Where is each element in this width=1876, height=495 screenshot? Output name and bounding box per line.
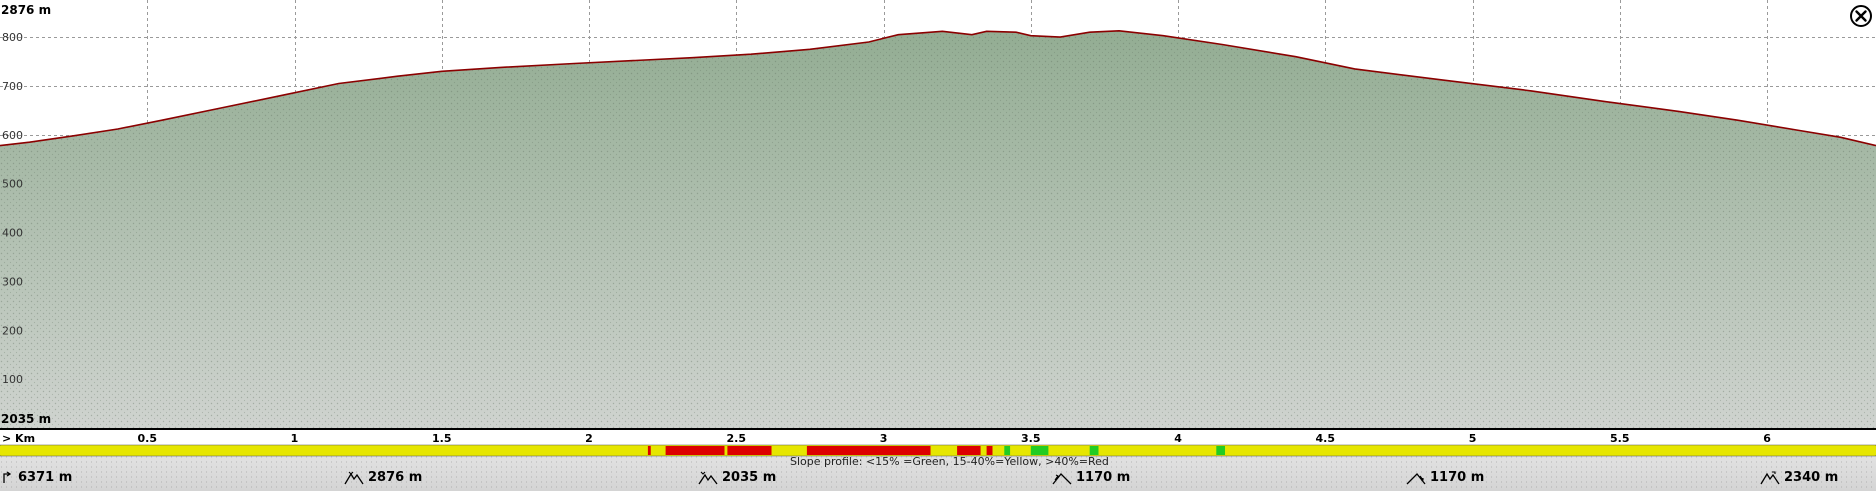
y-tick-label-0: 100: [2, 373, 23, 386]
stat-ascent-value: 1170 m: [1076, 470, 1131, 485]
slope-segment-20: [1225, 446, 1876, 455]
stat-distance-value: 6371 m: [18, 470, 73, 485]
y-tick-label-1: 200: [2, 324, 23, 337]
elevation-profile: 100 200 300 400 500 600 700 800 > Km 0.5 1 1.5 2 2.5…: [0, 0, 1876, 491]
max-elevation-label: 2876 m: [1, 3, 52, 17]
x-tick-label-7: 4: [1174, 432, 1182, 445]
x-tick-label-3: 2: [585, 432, 593, 445]
slope-segment-5: [727, 446, 772, 455]
x-tick-label-1: 1: [291, 432, 299, 445]
stat-descent: 1170 m: [1406, 470, 1484, 485]
x-tick-label-8: 4.5: [1316, 432, 1336, 445]
stat-max-elevation: 2876 m: [344, 470, 422, 485]
slope-segment-15: [1030, 446, 1049, 455]
y-tick-label-2: 300: [2, 275, 23, 288]
x-tick-label-4: 2.5: [727, 432, 747, 445]
x-tick-label-5: 3: [880, 432, 888, 445]
slope-segment-2: [650, 446, 666, 455]
stat-max-elevation-value: 2876 m: [368, 470, 423, 485]
y-tick-label-3: 400: [2, 227, 23, 240]
slope-segment-11: [986, 446, 993, 455]
stat-end-elevation-value: 2340 m: [1784, 470, 1839, 485]
stat-min-elevation-value: 2035 m: [722, 470, 777, 485]
slope-segment-16: [1048, 446, 1090, 455]
slope-segment-7: [806, 446, 931, 455]
x-axis-prefix: > Km: [2, 432, 35, 445]
mountain-peak-icon: [344, 471, 364, 484]
y-tick-label-7: 800: [2, 31, 23, 44]
x-tick-label-6: 3.5: [1021, 432, 1041, 445]
y-tick-label-6: 700: [2, 80, 23, 93]
x-tick-label-2: 1.5: [432, 432, 452, 445]
y-tick-label-5: 600: [2, 129, 23, 142]
slope-segment-9: [957, 446, 981, 455]
stat-min-elevation: 2035 m: [698, 470, 776, 485]
valley-icon: [698, 471, 718, 484]
slope-segment-1: [647, 446, 651, 455]
slope-segment-17: [1089, 446, 1099, 455]
slope-segment-12: [992, 446, 1005, 455]
y-tick-label-4: 500: [2, 178, 23, 191]
slope-segment-6: [771, 446, 807, 455]
slope-segment-18: [1098, 446, 1217, 455]
slope-segment-13: [1004, 446, 1011, 455]
distance-icon: [3, 470, 12, 483]
slope-segment-4: [724, 446, 728, 455]
stat-end-elevation: 2340 m: [1760, 470, 1838, 485]
min-elevation-label: 2035 m: [1, 412, 52, 426]
stats-bar: 6371 m 2876 m 2035 m 1170 m 1170 m 2340 …: [0, 466, 1876, 491]
slope-segment-19: [1216, 446, 1226, 455]
stat-descent-value: 1170 m: [1430, 470, 1485, 485]
x-tick-label-0: 0.5: [138, 432, 158, 445]
slope-segment-8: [930, 446, 958, 455]
slope-segment-14: [1010, 446, 1031, 455]
end-elevation-icon: [1760, 470, 1780, 484]
x-tick-label-10: 5.5: [1610, 432, 1630, 445]
close-circle-icon: [1850, 5, 1872, 27]
elevation-chart: 100 200 300 400 500 600 700 800 > Km 0.5 1 1.5 2 2.5…: [0, 0, 1876, 491]
stat-distance: 6371 m: [2, 470, 72, 485]
x-tick-label-11: 6: [1763, 432, 1771, 445]
close-button[interactable]: [1849, 4, 1873, 28]
slope-segment-10: [980, 446, 987, 455]
stat-ascent: 1170 m: [1052, 470, 1130, 485]
descent-icon: [1406, 472, 1426, 484]
slope-segment-0: [0, 446, 648, 455]
x-tick-label-9: 5: [1469, 432, 1477, 445]
slope-segment-3: [665, 446, 725, 455]
ascent-icon: [1052, 472, 1072, 484]
